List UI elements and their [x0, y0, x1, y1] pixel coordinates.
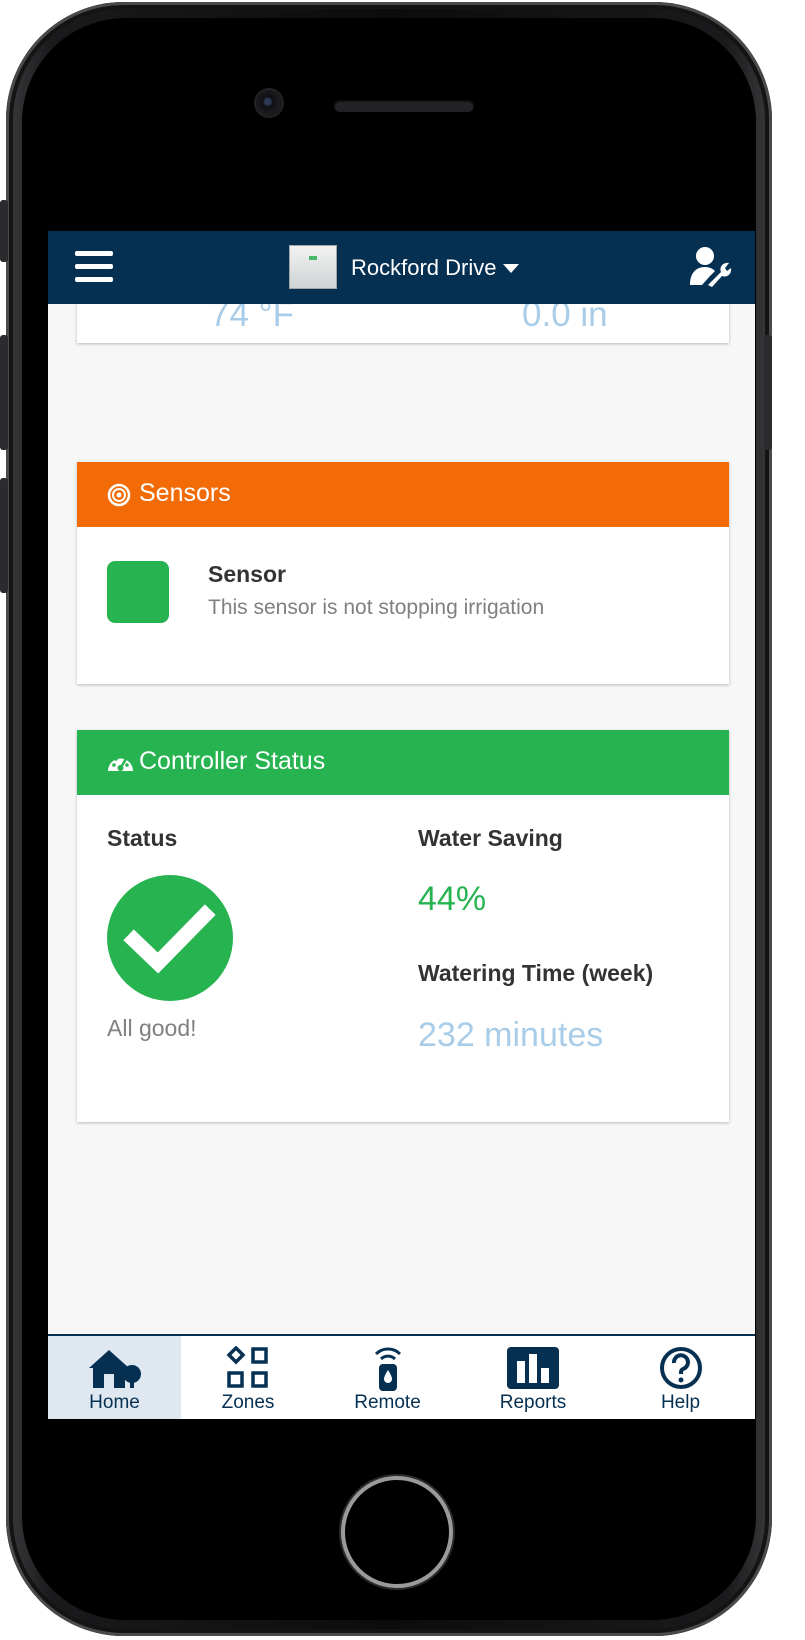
sensors-title: Sensors — [139, 479, 231, 507]
controller-thumbnail[interactable] — [289, 245, 337, 289]
caret-down-icon[interactable] — [503, 264, 519, 273]
water-saving-value: 44% — [418, 880, 487, 918]
nav-reports[interactable]: Reports — [460, 1336, 606, 1419]
user-settings-icon[interactable] — [688, 245, 734, 289]
home-button[interactable] — [341, 1476, 453, 1588]
reports-bar-chart-icon — [507, 1347, 559, 1389]
sensor-status-indicator — [107, 561, 169, 623]
nav-zones[interactable]: Zones — [181, 1336, 315, 1419]
nav-remote-label: Remote — [354, 1392, 421, 1413]
water-saving-label: Water Saving — [418, 825, 563, 851]
earpiece-speaker — [334, 100, 474, 112]
sensor-target-icon — [107, 483, 131, 507]
nav-home-label: Home — [89, 1392, 140, 1413]
watering-time-value: 232 minutes — [418, 1016, 604, 1054]
zones-grid-icon — [226, 1346, 268, 1388]
nav-zones-label: Zones — [221, 1392, 275, 1413]
sensors-card-header: Sensors — [77, 462, 729, 527]
dashboard-gauge-icon — [108, 754, 133, 771]
nav-reports-label: Reports — [499, 1392, 567, 1413]
nav-remote[interactable]: Remote — [315, 1336, 460, 1419]
home-icon — [88, 1350, 141, 1388]
front-camera — [256, 90, 282, 116]
app-screen: 74 °F 0.0 in Rockford Drive Sensors Sens… — [48, 231, 755, 1419]
remote-icon — [374, 1347, 401, 1391]
help-question-icon — [659, 1347, 702, 1389]
sensor-description: This sensor is not stopping irrigation — [208, 596, 545, 619]
volume-down-button — [0, 478, 8, 593]
controller-name[interactable]: Rockford Drive — [351, 255, 496, 281]
controller-status-card: Controller Status Status All good! Water… — [77, 730, 729, 1122]
sensor-name[interactable]: Sensor — [208, 561, 286, 588]
nav-help[interactable]: Help — [606, 1336, 755, 1419]
nav-home[interactable]: Home — [48, 1336, 181, 1419]
sensors-card: Sensors Sensor This sensor is not stoppi… — [77, 462, 729, 684]
status-text: All good! — [107, 1015, 197, 1041]
volume-up-button — [0, 335, 8, 450]
mute-switch — [0, 200, 8, 262]
power-button — [764, 335, 772, 450]
app-header: Rockford Drive — [48, 231, 755, 304]
nav-help-label: Help — [660, 1392, 701, 1413]
hamburger-menu-icon[interactable] — [75, 251, 113, 283]
controller-status-header: Controller Status — [77, 730, 729, 795]
controller-status-title: Controller Status — [139, 747, 326, 775]
status-check-circle — [107, 875, 233, 1001]
bottom-nav: Home Zones Remote Reports Help — [48, 1334, 755, 1419]
checkmark-icon — [123, 904, 216, 974]
status-label: Status — [107, 825, 178, 851]
watering-time-label: Watering Time (week) — [418, 960, 654, 986]
